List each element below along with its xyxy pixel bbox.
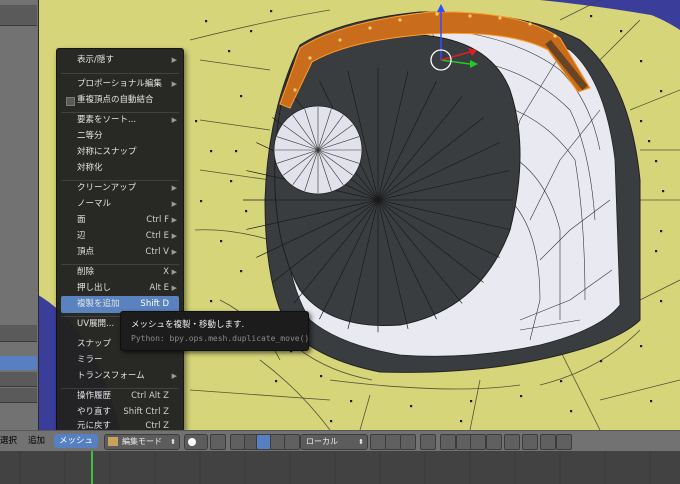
menu-item-edges[interactable]: 辺 Ctrl E ▶ [61, 228, 179, 245]
menu-item-vertices[interactable]: 頂点 Ctrl V ▶ [61, 244, 179, 261]
snap-toggle-icon[interactable] [470, 434, 486, 450]
edit-mode-icon [108, 437, 118, 446]
limit-selection-icon[interactable] [420, 434, 436, 450]
proportional-edit-icon[interactable] [440, 434, 456, 450]
timeline-area[interactable] [0, 451, 680, 484]
submenu-arrow-icon: ▶ [171, 116, 177, 124]
solid-shading-icon [188, 438, 196, 446]
menu-item-transform[interactable]: トランスフォーム ▶ [61, 368, 179, 385]
mesh-menu-button[interactable]: メッシュ [54, 434, 99, 448]
submenu-arrow-icon: ▶ [171, 80, 177, 88]
render-animation-icon[interactable] [556, 434, 572, 450]
submenu-arrow-icon: ▶ [171, 372, 177, 380]
viewport-header: 選択 追加 メッシュ 編集モード ⬍ ローカル ⬍ [0, 430, 680, 451]
menu-item-undo-history[interactable]: 操作履歴 Ctrl Alt Z [61, 388, 179, 405]
tooltip: メッシュを複製・移動します. Python: bpy.ops.mesh.dupl… [120, 311, 309, 351]
snap-target-icon[interactable] [504, 434, 520, 450]
menu-item-snap-to-symmetry[interactable]: 対称にスナップ [61, 144, 179, 161]
tool-shelf-tab[interactable] [0, 388, 37, 403]
chevron-updown-icon: ⬍ [358, 438, 364, 446]
chevron-updown-icon: ⬍ [170, 438, 176, 446]
submenu-arrow-icon: ▶ [171, 216, 177, 224]
orientation-dropdown[interactable]: ローカル ⬍ [300, 434, 368, 450]
scale-manipulator-icon[interactable] [284, 434, 300, 450]
vertex-select-icon[interactable] [370, 434, 386, 450]
face-select-icon[interactable] [400, 434, 416, 450]
tool-shelf-tab[interactable] [0, 5, 37, 26]
menu-item-sort-elements[interactable]: 要素をソート... ▶ [61, 112, 179, 129]
menu-item-mirror[interactable]: ミラー [61, 352, 179, 369]
submenu-arrow-icon: ▶ [171, 184, 177, 192]
checkbox-icon[interactable] [66, 97, 75, 106]
select-menu-button[interactable]: 選択 [0, 434, 17, 448]
add-menu-button[interactable]: 追加 [28, 434, 45, 448]
submenu-arrow-icon: ▶ [171, 268, 177, 276]
menu-item-normals[interactable]: ノーマル ▶ [61, 196, 179, 213]
tool-shelf-tab[interactable] [0, 372, 37, 387]
tool-shelf-panel[interactable] [0, 0, 39, 430]
submenu-arrow-icon: ▶ [171, 56, 177, 64]
menu-item-show-hide[interactable]: 表示/隠す ▶ [61, 52, 179, 69]
mode-dropdown[interactable]: 編集モード ⬍ [104, 434, 180, 450]
render-image-icon[interactable] [540, 434, 556, 450]
menu-item-extrude[interactable]: 押し出し Alt E ▶ [61, 280, 179, 297]
shading-dropdown[interactable] [184, 434, 208, 450]
menu-item-bisect[interactable]: 二等分 [61, 128, 179, 145]
tool-shelf-tab[interactable] [0, 325, 37, 342]
timeline-grid [19, 451, 651, 484]
mesh-menu: 表示/隠す ▶ プロポーショナル編集 ▶ 重複頂点の自動結合 要素をソート... ▶ … [56, 48, 184, 434]
tooltip-python: Python: bpy.ops.mesh.duplicate_move() [131, 334, 310, 343]
pivot-icon[interactable] [210, 434, 226, 450]
menu-item-delete[interactable]: 削除 X ▶ [61, 264, 179, 281]
menu-separator [61, 73, 179, 74]
layers-icon[interactable] [522, 434, 538, 450]
tooltip-description: メッシュを複製・移動します. [131, 320, 245, 330]
menu-item-clean-up[interactable]: クリーンアップ ▶ [61, 180, 179, 197]
snap-element-icon[interactable] [486, 434, 502, 450]
menu-item-faces[interactable]: 面 Ctrl F ▶ [61, 212, 179, 229]
submenu-arrow-icon: ▶ [171, 284, 177, 292]
submenu-arrow-icon: ▶ [171, 248, 177, 256]
menu-item-redo[interactable]: やり直す Shift Ctrl Z [61, 404, 179, 421]
submenu-arrow-icon: ▶ [171, 232, 177, 240]
menu-item-auto-merge[interactable]: 重複頂点の自動結合 [61, 92, 179, 109]
menu-item-symmetrize[interactable]: 対称化 [61, 160, 179, 177]
submenu-arrow-icon: ▶ [171, 200, 177, 208]
menu-item-proportional-editing[interactable]: プロポーショナル編集 ▶ [61, 76, 179, 93]
tool-shelf-tab-active[interactable] [0, 356, 37, 370]
edge-select-icon[interactable] [385, 434, 401, 450]
